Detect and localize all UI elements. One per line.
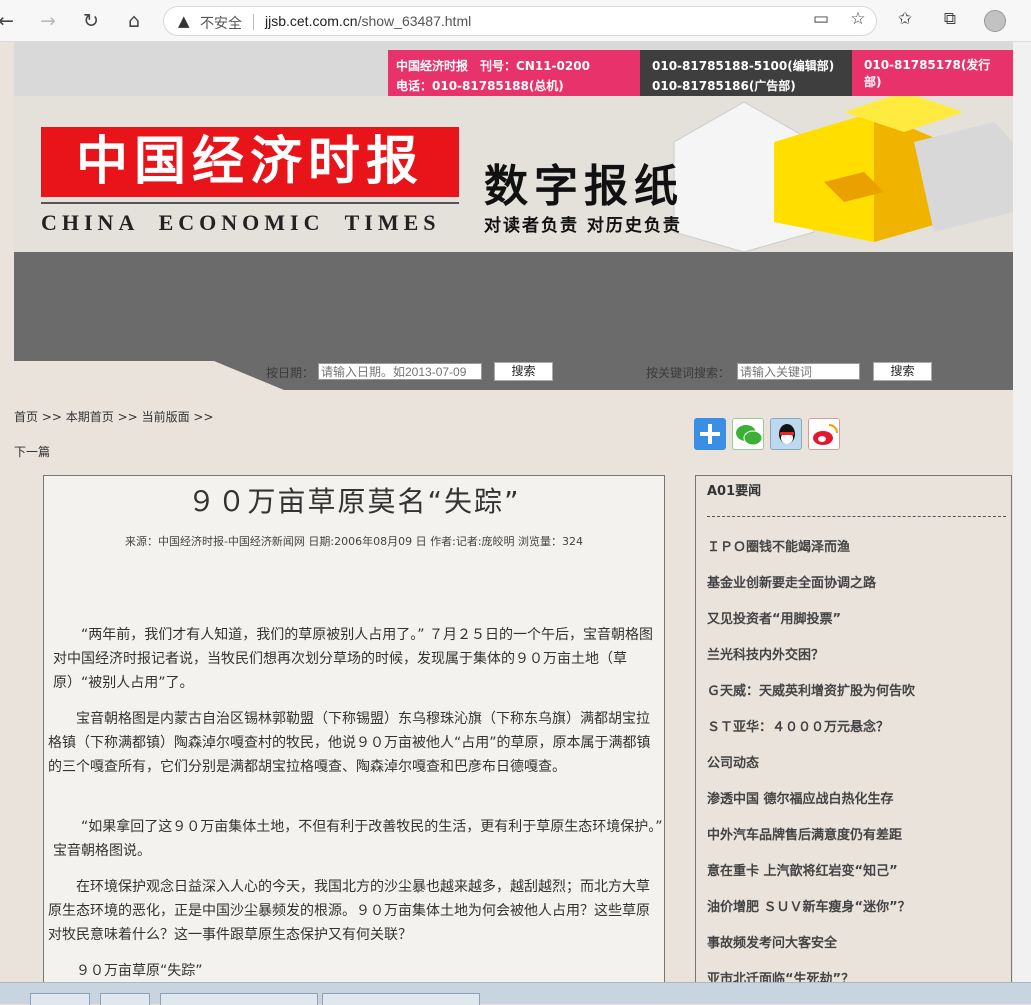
contact-box-distribution: 010-81785178(发行部) (852, 50, 1013, 96)
article-paragraph: “两年前，我们才有人知道，我们的草原被别人占用了。” ７月２５日的一个午后，宝音… (53, 627, 653, 691)
reload-icon[interactable]: ↻ (79, 9, 103, 33)
keyword-search-button[interactable]: 搜索 (873, 362, 932, 381)
url-text[interactable]: jjsb.cet.com.cn/show_63487.html (265, 13, 471, 29)
logo-chinese[interactable]: 中国经济时报 (41, 127, 459, 197)
digital-paper-title: 数字报纸 (484, 161, 684, 212)
article-title: ９０万亩草原莫名“失踪” (187, 485, 521, 518)
sidebar-article-link[interactable]: ＩＰＯ圈钱不能竭泽而渔 (707, 536, 850, 555)
logo-english: CHINA ECONOMIC TIMES (41, 210, 441, 235)
sidebar-article-link[interactable]: 意在重卡 上汽歆将红岩变“知己” (707, 860, 898, 879)
sidebar-article-link[interactable]: 兰光科技内外交困？ (707, 644, 824, 663)
date-search-label: 按日期： (266, 366, 315, 380)
sidebar-article-link[interactable]: 基金业创新要走全面协调之路 (707, 572, 876, 591)
contact-publication: 中国经济时报 刊号：CN11-0200 (396, 59, 590, 73)
sidebar-article-link[interactable]: Ｇ天威：天威英利增资扩股为何告吹 (707, 680, 915, 699)
vertical-scrollbar[interactable] (1013, 42, 1031, 982)
breadcrumb: 首页 >> 本期首页 >> 当前版面 >> (14, 408, 214, 425)
sidebar-article-link[interactable]: ＳＴ亚华：４０００万元悬念？ (707, 716, 889, 735)
os-taskbar (0, 982, 1031, 1005)
contact-phone-editorial: 010-81785188-5100(编辑部) (652, 59, 835, 73)
keyword-search-input[interactable] (737, 363, 860, 380)
sidebar-article-link[interactable]: 又见投资者“用脚投票” (707, 608, 841, 627)
taskbar-browser-button[interactable] (160, 993, 318, 1005)
breadcrumb-issue[interactable]: 本期首页 (66, 410, 114, 424)
address-bar[interactable]: ▲ 不安全 jjsb.cet.com.cn/show_63487.html (163, 6, 877, 36)
contact-phone-advert: 010-81785186(广告部) (652, 79, 796, 93)
sidebar-article-link[interactable]: 中外汽车品牌售后满意度仍有差距 (707, 824, 902, 843)
warning-icon[interactable]: ▲ (178, 12, 190, 30)
browser-toolbar: ← → ↻ ⌂ ▲ 不安全 jjsb.cet.com.cn/show_63487… (0, 0, 1031, 42)
breadcrumb-sep: >> (117, 410, 138, 424)
collections-icon[interactable]: ⧉ (938, 9, 962, 29)
article-panel: ９０万亩草原莫名“失踪” 来源：中国经济时报-中国经济新闻网 日期:2006年0… (43, 475, 665, 995)
sidebar-article-link[interactable]: 油价增肥 ＳＵＶ新车瘦身“迷你”？ (707, 896, 911, 915)
article-paragraph: 在环境保护观念日益深入人心的今天，我国北方的沙尘暴也越来越多，越刮越烈；而北方大… (48, 879, 650, 943)
section-divider (707, 516, 1006, 517)
sidebar-article-link[interactable]: 事故频发考问大客安全 (707, 932, 837, 951)
taskbar-app-icon[interactable] (100, 993, 150, 1005)
breadcrumb-page[interactable]: 当前版面 (142, 410, 190, 424)
share-plus-icon[interactable] (694, 418, 726, 450)
article-paragraph: 宝音朝格图是内蒙古自治区锡林郭勒盟（下称锡盟）东乌穆珠沁旗（下称东乌旗）满都胡宝… (48, 711, 651, 775)
date-search-button[interactable]: 搜索 (494, 362, 553, 381)
taskbar-app-icon[interactable] (30, 993, 90, 1005)
next-article-link[interactable]: 下一篇 (14, 443, 50, 460)
article-meta: 来源：中国经济时报-中国经济新闻网 日期:2006年08月09 日 作者:记者:… (124, 535, 584, 548)
date-search-input[interactable] (318, 363, 482, 380)
logo-divider (41, 202, 459, 204)
forward-icon[interactable]: → (36, 9, 60, 33)
profile-icon[interactable] (984, 10, 1006, 32)
keyword-search-label: 按关键词搜索： (646, 366, 731, 380)
favorites-icon[interactable]: ✩ (893, 9, 917, 29)
taskbar-window-button[interactable] (322, 993, 480, 1005)
breadcrumb-sep: >> (193, 410, 214, 424)
sidebar-article-link[interactable]: 渗透中国 德尔福应战白热化生存 (707, 788, 894, 807)
contact-box-editorial: 010-81785188-5100(编辑部) 010-81785186(广告部) (640, 50, 852, 96)
article-paragraph: “如果拿回了这９０万亩集体土地，不但有利于改善牧民的生活，更有利于草原生态环境保… (53, 819, 663, 859)
add-favorite-icon[interactable]: ☆ (846, 9, 870, 29)
section-sidebar: A01要闻 ＩＰＯ圈钱不能竭泽而渔 基金业创新要走全面协调之路 又见投资者“用脚… (695, 475, 1012, 995)
breadcrumb-sep: >> (41, 410, 62, 424)
reader-icon[interactable]: ▭ (809, 9, 833, 29)
insecure-label[interactable]: 不安全 (200, 13, 242, 33)
url-path: /show_63487.html (357, 13, 472, 29)
banner-slogan: 对读者负责 对历史负责 (484, 216, 682, 236)
contact-phone-main: 电话：010-81785188(总机) (396, 79, 564, 93)
address-separator (253, 14, 254, 30)
section-heading: A01要闻 (707, 484, 762, 499)
home-icon[interactable]: ⌂ (122, 9, 146, 33)
weibo-icon[interactable] (808, 418, 840, 450)
url-host: jjsb.cet.com.cn (265, 13, 358, 29)
article-paragraph: ９０万亩草原“失踪” (76, 963, 203, 979)
wechat-icon[interactable] (732, 418, 764, 450)
qq-icon[interactable] (770, 418, 802, 450)
contact-phone-distribution: 010-81785178(发行部) (864, 58, 991, 89)
back-icon[interactable]: ← (0, 9, 18, 33)
contact-box-main: 中国经济时报 刊号：CN11-0200 电话：010-81785188(总机) (388, 50, 640, 96)
newspaper-banner: 中国经济时报 刊号：CN11-0200 电话：010-81785188(总机) … (14, 42, 1013, 252)
sidebar-article-link[interactable]: 公司动态 (707, 752, 759, 771)
breadcrumb-home[interactable]: 首页 (14, 410, 38, 424)
